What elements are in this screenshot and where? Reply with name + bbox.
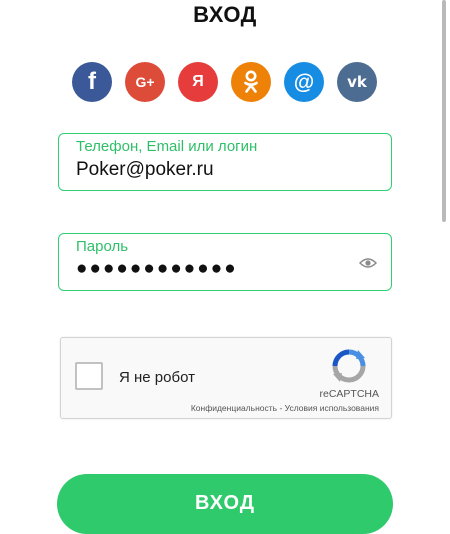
odnoklassniki-login-button[interactable]: ok <box>231 62 271 102</box>
password-field-label: Пароль <box>76 238 129 255</box>
facebook-icon: f <box>88 68 96 95</box>
recaptcha-privacy-link[interactable]: Конфиденциальность <box>191 403 277 413</box>
recaptcha-logo-icon <box>332 349 366 383</box>
eye-icon[interactable] <box>359 256 377 270</box>
login-field-label: Телефон, Email или логин <box>76 138 258 155</box>
password-field[interactable]: Пароль ●●●●●●●●●●●● <box>58 233 392 291</box>
yandex-login-button[interactable]: Я <box>178 62 218 102</box>
login-submit-label: ВХОД <box>194 492 256 514</box>
recaptcha-widget: Я не робот reCAPTCHA Конфиденциальность … <box>60 337 392 419</box>
google-plus-login-button[interactable]: G+ <box>125 62 165 102</box>
page-title: ВХОД <box>193 2 257 27</box>
scrollbar[interactable] <box>442 0 446 222</box>
google-plus-icon: G+ <box>135 74 155 90</box>
recaptcha-label: Я не робот <box>119 369 195 386</box>
login-field[interactable]: Телефон, Email или логин Poker@poker.ru <box>58 133 392 191</box>
recaptcha-brand: reCAPTCHA <box>319 388 379 400</box>
facebook-login-button[interactable]: f <box>72 62 112 102</box>
login-field-value[interactable]: Poker@poker.ru <box>76 159 214 181</box>
password-field-value[interactable]: ●●●●●●●●●●●● <box>76 258 238 280</box>
vkontakte-login-button[interactable]: vk <box>337 62 377 102</box>
login-submit-button[interactable]: ВХОД <box>57 474 393 534</box>
odnoklassniki-icon-shape <box>244 70 258 93</box>
mailru-login-button[interactable]: @ <box>284 62 324 102</box>
vkontakte-icon: vk <box>347 72 367 91</box>
recaptcha-checkbox[interactable] <box>75 362 103 390</box>
yandex-icon: Я <box>192 73 204 90</box>
mailru-icon: @ <box>293 70 315 94</box>
social-login-row: f G+ Я ok @ vk <box>72 62 378 104</box>
recaptcha-links: Конфиденциальность - Условия использован… <box>191 403 379 413</box>
recaptcha-terms-link[interactable]: Условия использования <box>285 403 379 413</box>
